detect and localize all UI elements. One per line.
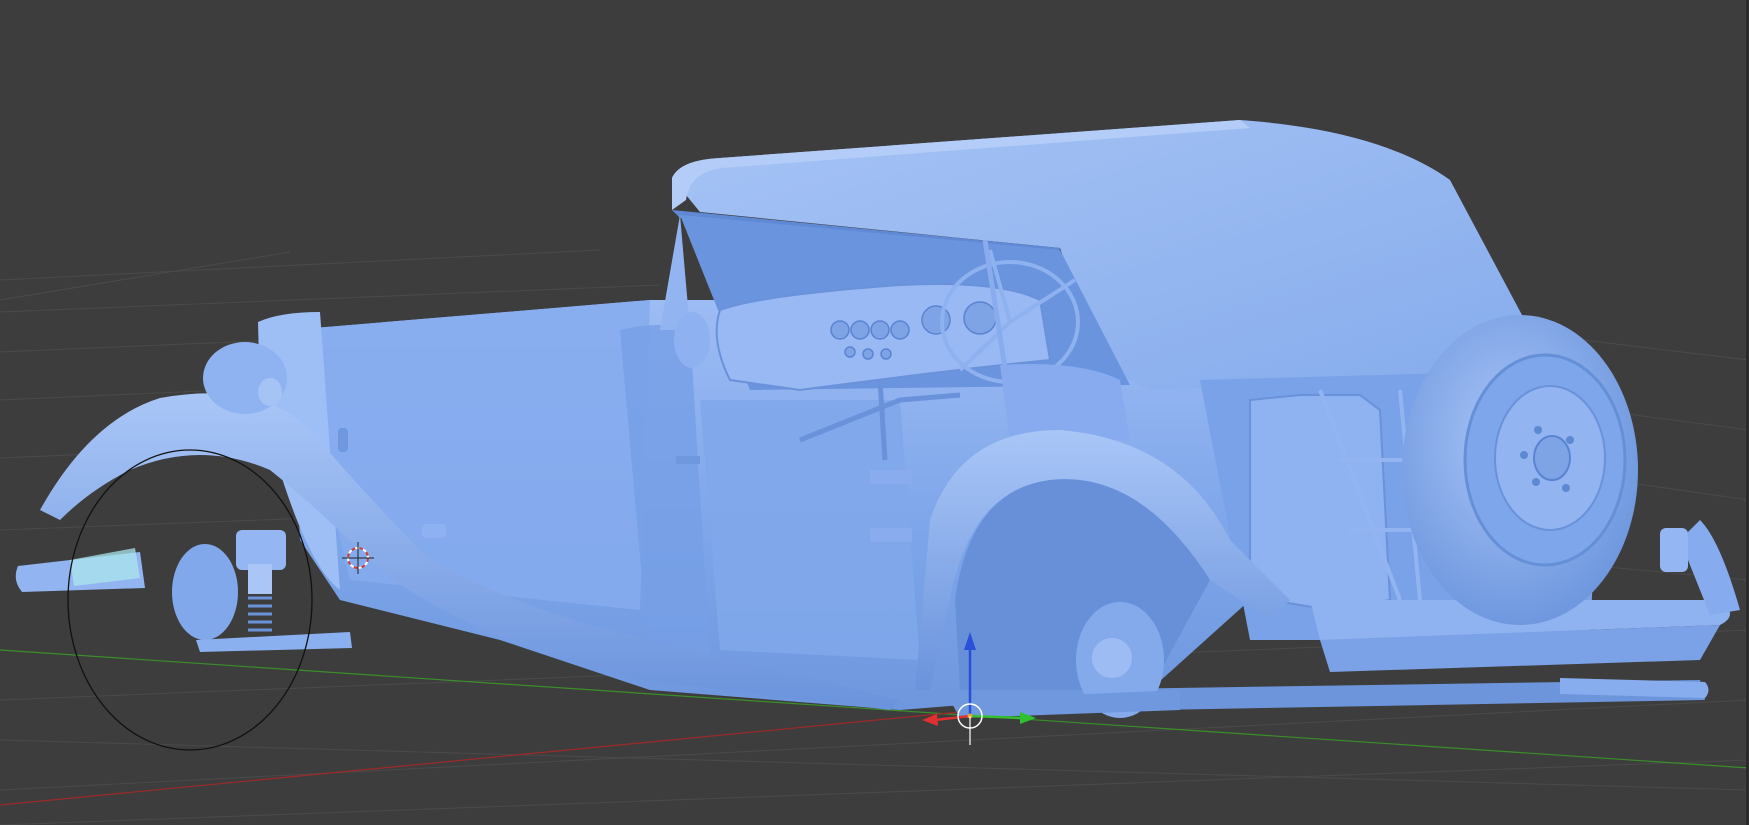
3d-viewport[interactable]: [0, 0, 1749, 825]
fuel-tank[interactable]: [1249, 394, 1392, 612]
viewport-canvas[interactable]: [0, 0, 1749, 825]
spare-wheel[interactable]: [1402, 315, 1638, 625]
side-mirror: [674, 312, 710, 368]
